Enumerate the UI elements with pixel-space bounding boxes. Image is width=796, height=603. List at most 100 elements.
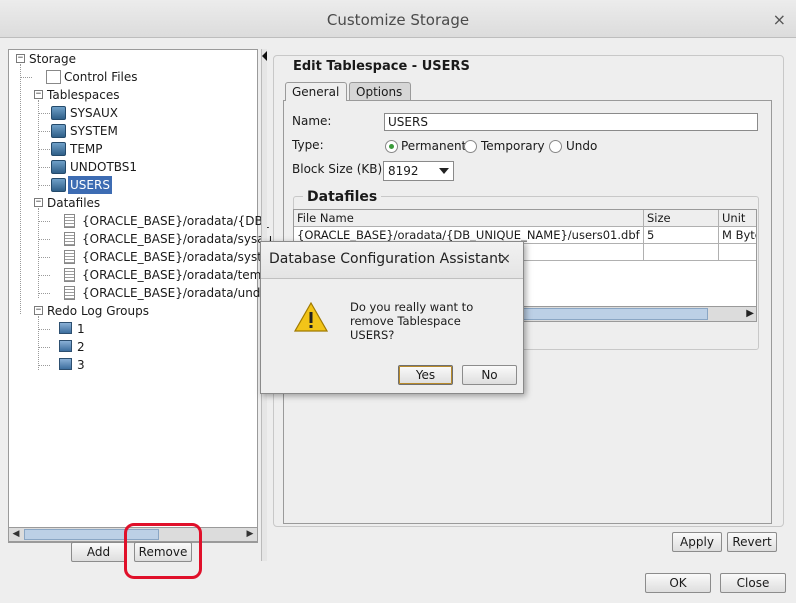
yes-button[interactable]: Yes [398, 365, 453, 385]
tree-label: Tablespaces [47, 88, 120, 102]
add-button[interactable]: Add [71, 542, 126, 562]
apply-button[interactable]: Apply [672, 532, 722, 552]
tree-node-tablespace[interactable]: SYSTEM [38, 122, 249, 140]
tree-node-storage[interactable]: − Storage [13, 50, 253, 68]
tree-node-tablespace-selected[interactable]: USERS [38, 176, 249, 194]
tree-label: Control Files [64, 70, 138, 84]
datafile-icon [64, 214, 75, 228]
tree-connector [20, 77, 32, 78]
cell-empty[interactable] [644, 244, 719, 261]
dialog-close-icon[interactable]: × [499, 251, 511, 267]
tree-label: 1 [77, 322, 85, 336]
tree-label: SYSTEM [70, 124, 118, 138]
name-label: Name: [292, 114, 332, 128]
cell-empty[interactable] [719, 244, 756, 261]
window-close-icon[interactable]: × [773, 10, 786, 29]
tree-node-datafiles[interactable]: − Datafiles [31, 194, 251, 212]
tree-connector [38, 131, 50, 132]
tablespace-icon [51, 124, 66, 138]
tree-node-tablespace[interactable]: SYSAUX [38, 104, 249, 122]
warning-icon [294, 302, 328, 332]
tree-node-redo-group[interactable]: 2 [38, 338, 249, 356]
datafile-icon [64, 250, 75, 264]
dialog-message-line: USERS? [350, 328, 395, 342]
tree-connector [38, 365, 50, 366]
tree-node-datafile[interactable]: {ORACLE_BASE}/oradata/sysau [38, 230, 272, 248]
tree-label: {ORACLE_BASE}/oradata/sysau [82, 232, 273, 246]
block-size-value: 8192 [388, 164, 419, 178]
dialog-title: Database Configuration Assistant [269, 251, 504, 267]
radio-temporary[interactable] [464, 140, 477, 153]
column-header-file-name[interactable]: File Name [294, 210, 644, 227]
tree-connector [38, 275, 50, 276]
dialog-message-line: Do you really want to [350, 300, 474, 314]
tree-connector [38, 329, 50, 330]
block-size-select[interactable]: 8192 [383, 161, 454, 181]
collapse-icon[interactable]: − [34, 306, 43, 315]
tree-connector [38, 221, 50, 222]
window-title: Customize Storage [326, 11, 470, 29]
radio-temporary-label: Temporary [481, 139, 545, 153]
cell-size[interactable]: 5 [644, 227, 719, 244]
ok-button[interactable]: OK [645, 573, 711, 593]
storage-tree[interactable]: − Storage Control Files − Tablespaces SY… [8, 49, 272, 543]
name-field[interactable]: USERS [384, 113, 758, 131]
tree-node-datafile[interactable]: {ORACLE_BASE}/oradata/{DB_ [38, 212, 269, 230]
tree-connector [38, 185, 50, 186]
collapse-icon[interactable]: − [34, 198, 43, 207]
tree-node-control-files[interactable]: Control Files [20, 68, 251, 86]
column-header-size[interactable]: Size [644, 210, 719, 227]
control-file-icon [46, 70, 61, 84]
tree-label: {ORACLE_BASE}/oradata/{DB_ [82, 214, 269, 228]
tree-label-selected: USERS [68, 176, 112, 194]
confirm-dialog: Database Configuration Assistant × Do yo… [260, 241, 524, 394]
cell-unit[interactable]: M Bytes [719, 227, 756, 244]
dialog-message-line: remove Tablespace [350, 314, 461, 328]
tree-label: 3 [77, 358, 85, 372]
tree-node-redo-log-groups[interactable]: − Redo Log Groups [31, 302, 251, 320]
tree-connector [38, 113, 50, 114]
tree-connector [38, 239, 50, 240]
dialog-message: Do you really want to remove Tablespace … [350, 300, 510, 342]
no-button[interactable]: No [462, 365, 517, 385]
radio-undo[interactable] [549, 140, 562, 153]
chevron-down-icon [439, 168, 449, 174]
tree-label: {ORACLE_BASE}/oradata/temp [82, 268, 269, 282]
block-size-label: Block Size (KB): [292, 162, 387, 176]
tree-label: UNDOTBS1 [70, 160, 138, 174]
tree-node-datafile[interactable]: {ORACLE_BASE}/oradata/syste [38, 248, 269, 266]
close-button[interactable]: Close [720, 573, 786, 593]
tree-node-datafile[interactable]: {ORACLE_BASE}/oradata/temp [38, 266, 269, 284]
tree-label: {ORACLE_BASE}/oradata/syste [82, 250, 270, 264]
tree-node-tablespace[interactable]: TEMP [38, 140, 249, 158]
datafile-icon [64, 268, 75, 282]
datafiles-title: Datafiles [303, 189, 382, 205]
scroll-right-icon[interactable]: ▶ [243, 528, 257, 541]
type-label: Type: [292, 138, 324, 152]
tree-label: 2 [77, 340, 85, 354]
tablespace-icon [51, 160, 66, 174]
redo-group-icon [59, 340, 72, 352]
column-header-unit[interactable]: Unit [719, 210, 756, 227]
tree-node-redo-group[interactable]: 1 [38, 320, 249, 338]
collapse-icon[interactable]: − [34, 90, 43, 99]
tree-node-tablespaces[interactable]: − Tablespaces [31, 86, 251, 104]
scroll-left-icon[interactable]: ◀ [9, 528, 23, 541]
collapse-arrow-icon[interactable] [262, 51, 267, 61]
tree-node-datafile[interactable]: {ORACLE_BASE}/oradata/undo [38, 284, 268, 302]
scroll-right-icon[interactable]: ▶ [746, 307, 754, 321]
radio-permanent[interactable] [385, 140, 398, 153]
remove-button-highlight [124, 523, 202, 579]
radio-undo-label: Undo [566, 139, 598, 153]
tab-options[interactable]: Options [349, 82, 411, 101]
revert-button[interactable]: Revert [727, 532, 777, 552]
tablespace-icon [51, 178, 66, 192]
tab-general[interactable]: General [285, 82, 347, 101]
tree-node-redo-group[interactable]: 3 [38, 356, 249, 374]
collapse-icon[interactable]: − [16, 54, 25, 63]
tree-label: Redo Log Groups [47, 304, 149, 318]
tree-connector [38, 316, 39, 370]
datafile-icon [64, 286, 75, 300]
tree-node-tablespace[interactable]: UNDOTBS1 [38, 158, 249, 176]
tree-connector [38, 257, 50, 258]
